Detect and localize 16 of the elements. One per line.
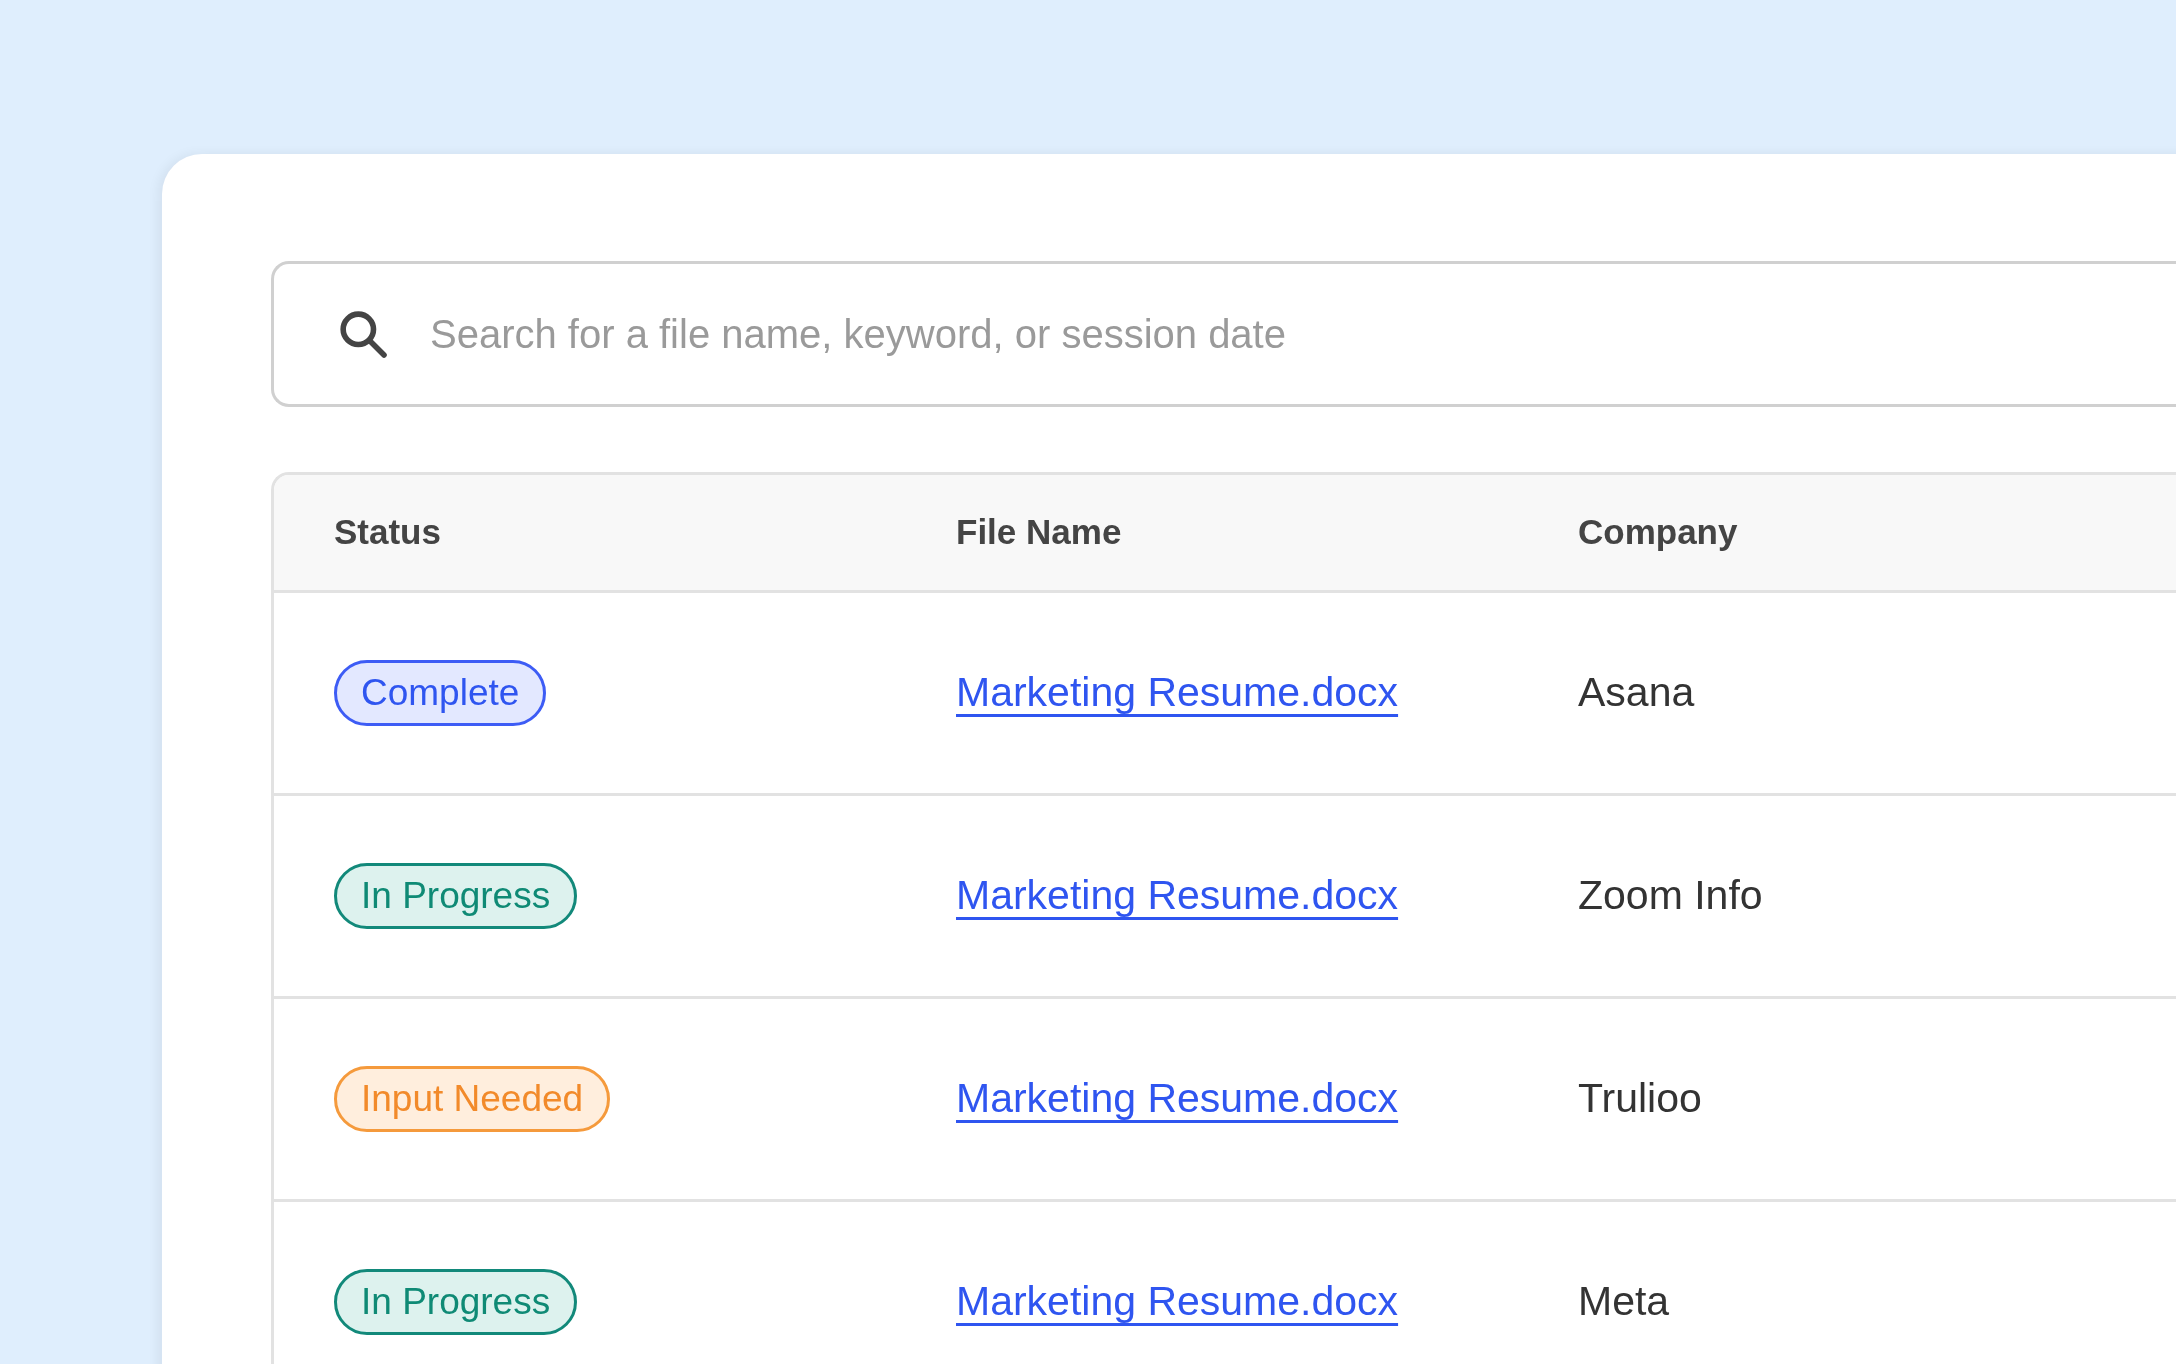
file-link[interactable]: Marketing Resume.docx [956, 1271, 1399, 1333]
file-link[interactable]: Marketing Resume.docx [956, 865, 1399, 927]
status-badge: In Progress [334, 863, 578, 929]
status-badge: Input Needed [334, 1066, 611, 1132]
status-badge: Complete [334, 660, 547, 726]
company-name: Zoom Info [1578, 871, 1763, 921]
company-name: Asana [1578, 668, 1695, 718]
status-badge: In Progress [334, 1269, 578, 1335]
company-name: Trulioo [1578, 1074, 1702, 1124]
file-link[interactable]: Marketing Resume.docx [956, 662, 1399, 724]
file-link[interactable]: Marketing Resume.docx [956, 1068, 1399, 1130]
column-header: Status [334, 511, 441, 554]
company-name: Meta [1578, 1277, 1670, 1327]
search-field[interactable]: Search for a file name, keyword, or session date [271, 261, 2176, 407]
column-header: Company [1578, 511, 1738, 554]
column-header: File Name [956, 511, 1122, 554]
